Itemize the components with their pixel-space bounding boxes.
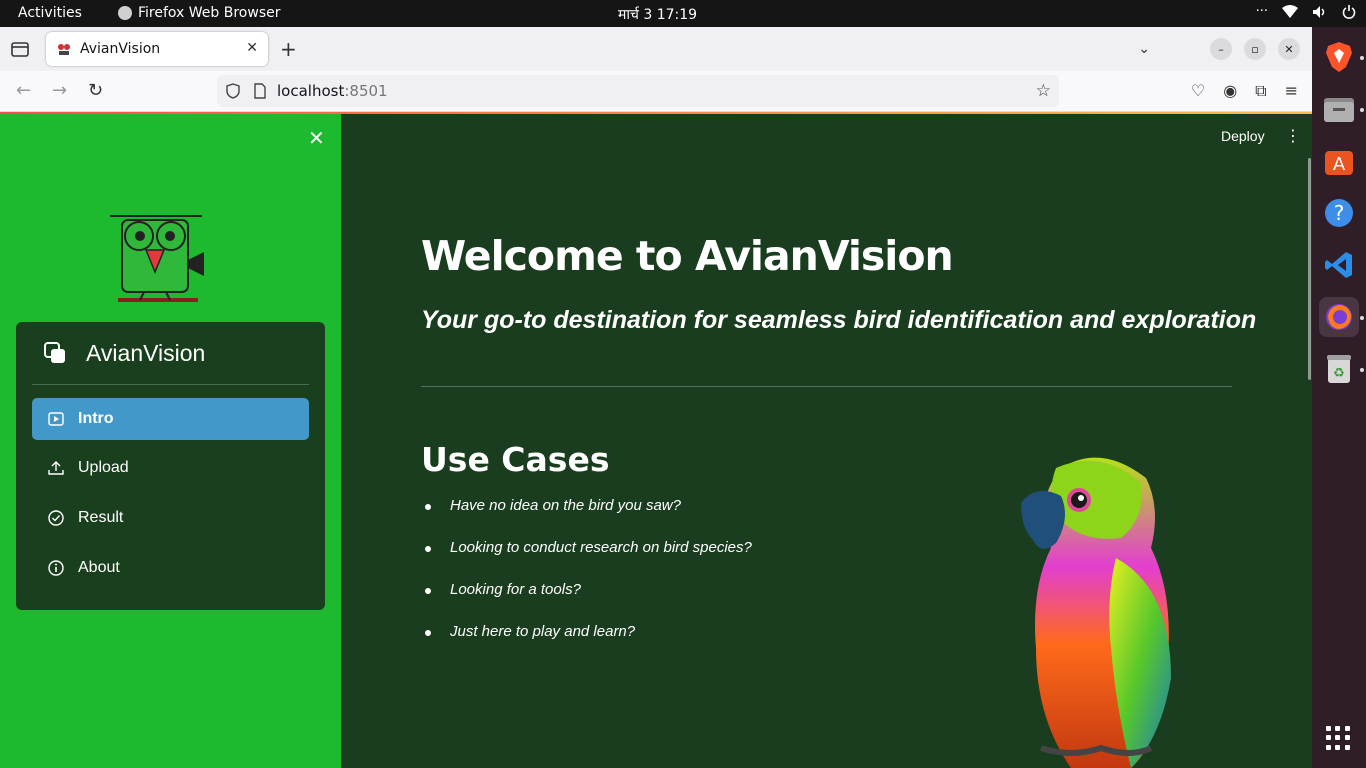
upload-icon — [47, 459, 65, 477]
maximize-icon[interactable]: ▫ — [1244, 38, 1266, 60]
deploy-button[interactable]: Deploy — [1221, 128, 1265, 144]
running-indicator — [1360, 56, 1364, 60]
reload-icon[interactable]: ↻ — [88, 80, 103, 101]
running-indicator — [1360, 316, 1364, 320]
url-bar[interactable]: localhost:8501 ☆ — [217, 75, 1059, 107]
tab-title: AvianVision — [80, 41, 161, 57]
back-icon[interactable]: ← — [16, 80, 31, 101]
account-icon[interactable]: ◉ — [1223, 81, 1237, 101]
menu-title: AvianVision — [86, 339, 206, 366]
browser-tab[interactable]: AvianVision ✕ — [46, 32, 268, 66]
app-name: Firefox Web Browser — [138, 5, 281, 21]
list-item: Looking to conduct research on bird spec… — [425, 539, 752, 581]
menu-item-result[interactable]: Result — [32, 497, 309, 539]
use-case-text: Just here to play and learn? — [450, 623, 636, 640]
menu-item-label: Result — [78, 509, 124, 526]
minimize-icon[interactable]: – — [1210, 38, 1232, 60]
system-tray[interactable]: ··· — [1256, 4, 1356, 19]
use-case-text: Have no idea on the bird you saw? — [450, 497, 681, 514]
power-icon[interactable] — [1342, 4, 1356, 19]
main-menu-kebab-icon[interactable]: ⋮ — [1285, 126, 1301, 145]
tab-close-icon[interactable]: ✕ — [246, 40, 258, 56]
trash-icon[interactable]: ♻ — [1319, 349, 1359, 389]
list-item: Looking for a tools? — [425, 581, 752, 623]
svg-text:A: A — [1333, 154, 1346, 175]
tab-overflow-chevron-icon[interactable]: ⌄ — [1138, 41, 1150, 57]
clock[interactable]: मार्च 3 17:19 — [618, 5, 697, 24]
divider — [421, 386, 1232, 387]
list-item: Just here to play and learn? — [425, 623, 752, 665]
wifi-icon[interactable] — [1282, 4, 1298, 19]
avianvision-logo — [110, 215, 204, 302]
firefox-window: AvianVision ✕ + ⌄ – ▫ ✕ ← → ↻ localhost:… — [0, 27, 1312, 768]
play-box-icon — [47, 410, 65, 428]
app-menu-icon[interactable]: ≡ — [1285, 81, 1298, 101]
check-circle-icon — [47, 509, 65, 527]
bookmark-star-icon[interactable]: ☆ — [1036, 81, 1051, 101]
new-tab-icon[interactable]: + — [280, 37, 297, 61]
ubuntu-dock: A ? ♻ — [1312, 27, 1366, 768]
extensions-icon[interactable]: ⧉ — [1255, 81, 1266, 101]
option-menu: AvianVision Intro Upload Result About — [16, 322, 325, 610]
window-stack-icon — [44, 342, 65, 363]
more-icon[interactable]: ··· — [1256, 4, 1268, 19]
close-window-icon[interactable]: ✕ — [1278, 38, 1300, 60]
volume-icon[interactable] — [1312, 5, 1328, 19]
sidebar-close-icon[interactable]: ✕ — [308, 126, 325, 150]
tab-strip: AvianVision ✕ + ⌄ – ▫ ✕ — [0, 27, 1312, 71]
tracking-shield-icon[interactable] — [225, 83, 241, 99]
tab-list-icon[interactable] — [10, 39, 30, 59]
favicon-icon — [56, 41, 72, 57]
navigation-toolbar: ← → ↻ localhost:8501 ☆ ♡ ◉ ⧉ ≡ — [0, 71, 1312, 112]
svg-text:?: ? — [1334, 201, 1345, 225]
software-store-icon[interactable]: A — [1319, 141, 1359, 181]
toolbar-right: ♡ ◉ ⧉ ≡ — [1191, 81, 1298, 101]
menu-item-intro[interactable]: Intro — [32, 398, 309, 440]
scrollbar[interactable] — [1308, 158, 1311, 380]
running-indicator — [1360, 368, 1364, 372]
bullet-icon — [425, 630, 431, 636]
url-host: localhost — [277, 82, 345, 100]
menu-item-about[interactable]: About — [32, 547, 309, 589]
web-content: ✕ AvianVision Intro Upload Result About … — [0, 114, 1312, 768]
app-menu[interactable]: Firefox Web Browser — [118, 5, 281, 21]
info-circle-icon — [47, 559, 65, 577]
page-title: Welcome to AvianVision — [421, 232, 954, 280]
vscode-icon[interactable] — [1319, 245, 1359, 285]
forward-icon[interactable]: → — [52, 80, 67, 101]
show-apps-grid-icon[interactable] — [1326, 726, 1350, 750]
pocket-icon[interactable]: ♡ — [1191, 81, 1205, 101]
use-cases-heading: Use Cases — [421, 440, 610, 479]
running-indicator — [1360, 108, 1364, 112]
url-port: :8501 — [344, 82, 388, 100]
bullet-icon — [425, 546, 431, 552]
use-case-text: Looking for a tools? — [450, 581, 581, 598]
activities-button[interactable]: Activities — [18, 5, 82, 21]
page-subtitle: Your go-to destination for seamless bird… — [421, 306, 1257, 334]
svg-text:♻: ♻ — [1333, 366, 1345, 381]
firefox-icon[interactable] — [1319, 297, 1359, 337]
menu-header: AvianVision — [32, 322, 309, 385]
brave-icon[interactable] — [1319, 37, 1359, 77]
bullet-icon — [425, 504, 431, 510]
help-icon[interactable]: ? — [1319, 193, 1359, 233]
list-item: Have no idea on the bird you saw? — [425, 497, 752, 539]
menu-item-label: About — [78, 559, 120, 576]
menu-item-upload[interactable]: Upload — [32, 447, 309, 489]
files-icon[interactable] — [1319, 89, 1359, 129]
menu-item-label: Intro — [78, 410, 114, 427]
menu-item-label: Upload — [78, 459, 129, 476]
bullet-icon — [425, 588, 431, 594]
parrot-illustration — [1021, 457, 1171, 768]
window-controls: ⌄ – ▫ ✕ — [1138, 38, 1300, 60]
use-cases-list: Have no idea on the bird you saw? Lookin… — [425, 497, 752, 665]
page-info-icon[interactable] — [253, 83, 267, 99]
firefox-mini-icon — [118, 6, 132, 20]
system-top-bar: Activities Firefox Web Browser मार्च 3 1… — [0, 0, 1366, 27]
main-content: Deploy ⋮ Welcome to AvianVision Your go-… — [341, 114, 1312, 768]
use-case-text: Looking to conduct research on bird spec… — [450, 539, 752, 556]
sidebar: ✕ AvianVision Intro Upload Result About — [0, 114, 341, 768]
url-text: localhost:8501 — [277, 82, 388, 100]
